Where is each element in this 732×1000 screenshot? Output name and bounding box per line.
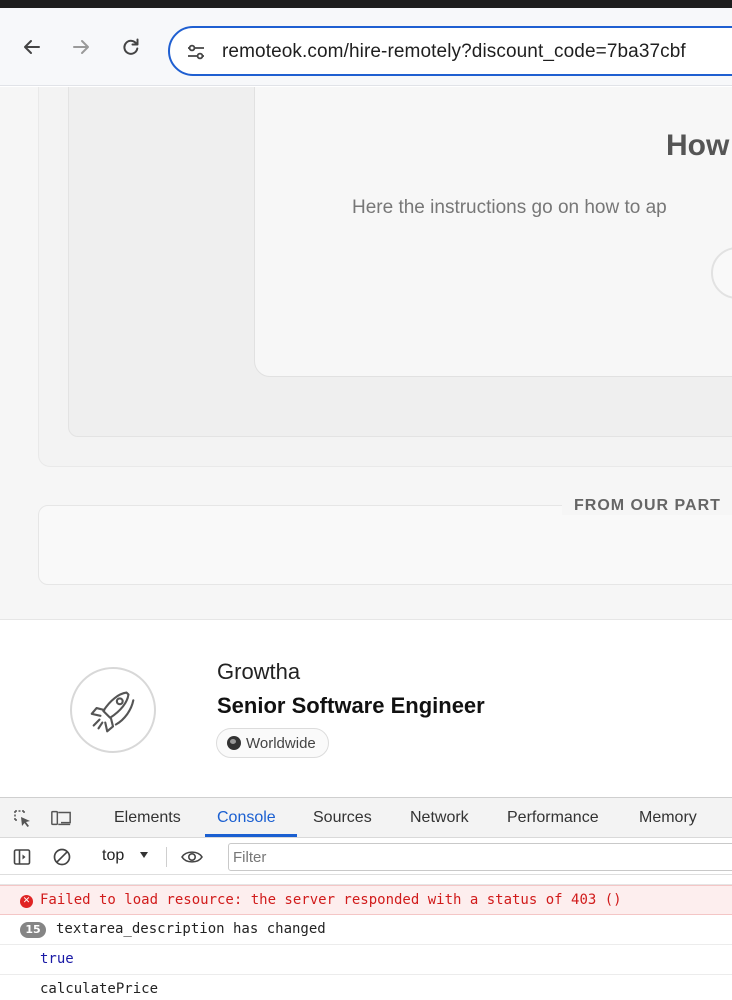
console-log-row[interactable]: calculatePrice	[0, 975, 732, 1000]
globe-icon	[227, 736, 241, 750]
apply-instructions-text: Here the instructions go on how to ap	[352, 197, 667, 218]
tab-elements[interactable]: Elements	[114, 809, 181, 827]
truncated-row-fragment	[40, 875, 300, 879]
console-output: ✕ Failed to load resource: the server re…	[0, 875, 732, 1000]
forward-arrow-icon	[73, 40, 89, 54]
company-logo[interactable]	[70, 667, 156, 753]
context-selector[interactable]: top	[102, 847, 124, 865]
active-tab-indicator	[205, 834, 297, 837]
console-log-row[interactable]: 15 textarea_description has changed	[0, 915, 732, 945]
how-to-apply-heading: How	[666, 129, 730, 162]
job-title[interactable]: Senior Software Engineer	[217, 693, 485, 719]
console-value-calculate-price: calculatePrice	[40, 981, 159, 997]
window-top-strip	[0, 0, 732, 8]
inspect-element-icon[interactable]	[12, 808, 34, 828]
error-icon: ✕	[20, 895, 33, 908]
reload-icon	[123, 38, 139, 55]
forward-button[interactable]	[66, 32, 96, 62]
tab-network[interactable]: Network	[410, 809, 469, 827]
console-filter-input[interactable]	[228, 843, 732, 871]
toolbar-divider	[166, 847, 167, 867]
job-company-name[interactable]: Growtha	[217, 659, 300, 685]
clear-console-icon[interactable]	[52, 847, 72, 867]
back-button[interactable]	[17, 32, 47, 62]
tab-memory[interactable]: Memory	[639, 809, 697, 827]
rocket-logo-icon	[90, 691, 135, 733]
browser-toolbar: remoteok.com/hire-remotely?discount_code…	[0, 8, 732, 86]
tab-console[interactable]: Console	[217, 809, 276, 827]
console-error-message: Failed to load resource: the server resp…	[40, 892, 622, 908]
repeat-count-badge: 15	[20, 922, 46, 938]
reload-button[interactable]	[116, 32, 146, 62]
sidebar-toggle-icon[interactable]	[12, 847, 32, 867]
devtools-tab-bar: Elements Console Sources Network Perform…	[0, 798, 732, 838]
tab-sources[interactable]: Sources	[313, 809, 372, 827]
console-value-true: true	[40, 951, 74, 967]
partner-section-label: FROM OUR PART	[562, 487, 732, 515]
address-bar[interactable]: remoteok.com/hire-remotely?discount_code…	[168, 26, 732, 76]
console-row-partial	[0, 875, 732, 885]
device-toolbar-icon[interactable]	[50, 808, 72, 828]
tab-performance[interactable]: Performance	[507, 809, 599, 827]
devtools-panel: Elements Console Sources Network Perform…	[0, 797, 732, 1000]
console-log-message: textarea_description has changed	[56, 921, 326, 937]
site-settings-icon[interactable]	[186, 42, 206, 62]
job-location-text: Worldwide	[246, 734, 316, 752]
eye-icon[interactable]	[180, 847, 204, 867]
page-viewport: How Here the instructions go on how to a…	[0, 87, 732, 797]
partner-card	[38, 505, 732, 585]
chevron-down-icon[interactable]	[140, 852, 148, 858]
console-toolbar: top	[0, 839, 732, 875]
console-error-row[interactable]: ✕ Failed to load resource: the server re…	[0, 885, 732, 915]
apply-instructions-card	[254, 87, 732, 377]
job-location-badge[interactable]: Worldwide	[216, 728, 329, 758]
back-arrow-icon	[24, 40, 40, 54]
address-url[interactable]: remoteok.com/hire-remotely?discount_code…	[222, 41, 686, 63]
console-log-row[interactable]: true	[0, 945, 732, 975]
